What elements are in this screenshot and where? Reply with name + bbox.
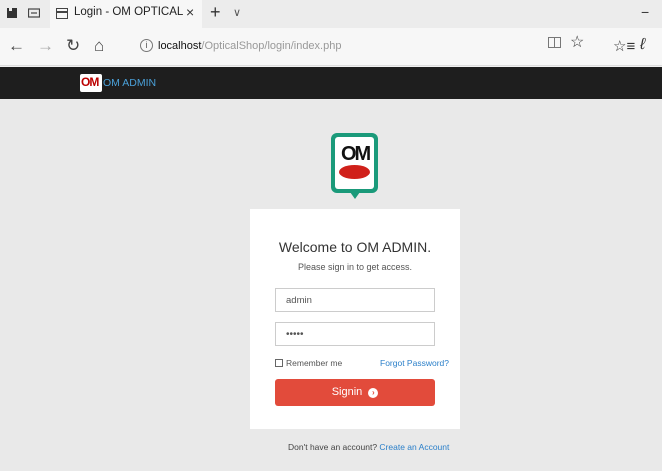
refresh-icon[interactable]: ↻ [66,37,80,55]
forgot-password-link[interactable]: Forgot Password? [380,358,449,368]
tab-title: Login - OM OPTICAL [74,6,184,18]
login-card: Welcome to OM ADMIN. Please sign in to g… [250,209,460,429]
create-account-link[interactable]: Create an Account [379,442,449,452]
om-logo-inner: OM [335,137,374,189]
active-tab[interactable]: Login - OM OPTICAL × [50,0,202,28]
hub-icon[interactable]: ☆≡ [613,37,635,55]
remember-label: Remember me [286,358,343,368]
site-info-icon[interactable]: i [140,39,153,52]
header-logo-text: OM [81,75,99,89]
tab-close-icon[interactable]: × [186,4,194,20]
signup-prompt: Don't have an account? Create an Account [288,442,449,452]
minimize-button[interactable]: − [641,4,649,20]
address-bar[interactable]: i localhost/OpticalShop/login/index.php [130,34,590,60]
header-logo[interactable]: OM [80,74,102,92]
om-logo: OM [331,133,378,199]
remember-checkbox[interactable] [275,359,283,367]
web-note-icon[interactable]: ℓ [640,36,645,54]
browser-toolbar: ← → ↻ ⌂ i localhost/OpticalShop/login/in… [0,28,662,66]
set-tabs-aside-icon[interactable] [28,7,40,19]
browser-tab-strip: Login - OM OPTICAL × + ∨ − [0,0,662,28]
remember-me[interactable]: Remember me [275,358,342,368]
arrow-right-icon: › [368,388,379,398]
url-text: localhost/OpticalShop/login/index.php [158,40,341,52]
new-tab-button[interactable]: + [210,2,221,23]
username-input[interactable] [275,288,435,312]
tab-list-chevron-icon[interactable]: ∨ [233,6,241,19]
admin-brand-link[interactable]: OM ADMIN [103,77,156,89]
url-path: /OpticalShop/login/index.php [201,40,342,52]
home-icon[interactable]: ⌂ [94,37,104,55]
signin-subtitle: Please sign in to get access. [297,262,413,272]
forward-icon[interactable]: → [37,37,54,55]
signin-button[interactable]: Signin › [275,379,435,406]
logo-om-text: OM [341,143,371,165]
tabs-aside-icon[interactable] [6,7,18,19]
page-icon [56,8,68,19]
logo-red-ellipse [339,165,370,179]
favorite-star-icon[interactable]: ☆ [570,32,584,52]
reading-view-icon[interactable] [548,37,561,48]
no-account-text: Don't have an account? [288,442,378,452]
signin-label: Signin [331,386,363,398]
url-host: localhost [158,40,202,52]
welcome-heading: Welcome to OM ADMIN. [278,239,432,255]
back-icon[interactable]: ← [8,37,25,55]
password-input[interactable] [275,322,435,346]
